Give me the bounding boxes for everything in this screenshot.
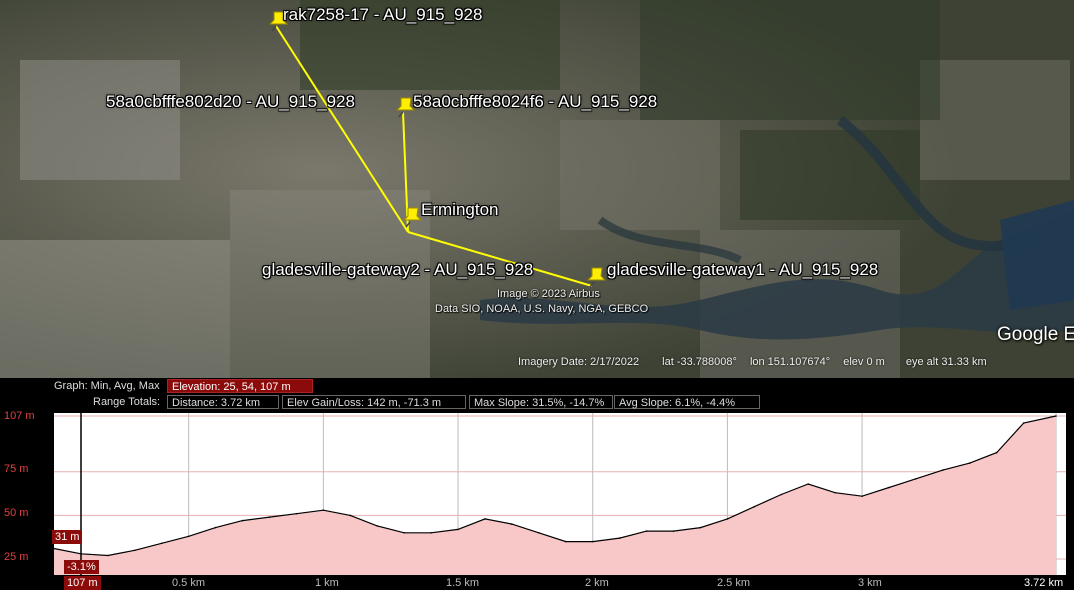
elevation-point	[834, 491, 836, 494]
y-tick-label: 50 m	[4, 507, 29, 519]
elevation-point	[322, 509, 325, 511]
elevation-point	[403, 532, 406, 534]
data-credit: Data SIO, NOAA, U.S. Navy, NGA, GEBCO	[435, 303, 649, 315]
elevation-point	[349, 514, 352, 517]
elevation-point	[699, 526, 702, 529]
elevation-point	[995, 451, 998, 454]
elevation-point	[376, 525, 379, 527]
elevation-point	[484, 518, 486, 520]
cursor-elevation-flag: 31 m	[52, 530, 83, 544]
x-tick-label: 1.5 km	[446, 577, 480, 589]
pin-label-58a0-8024f6[interactable]: 58a0cbfffe8024f6 - AU_915_928	[413, 92, 657, 112]
y-tick-label: 25 m	[4, 551, 29, 563]
elevation-point	[969, 462, 971, 464]
elevation-point	[1055, 415, 1057, 417]
elevation-point	[457, 528, 459, 531]
elevation-point	[160, 542, 163, 545]
elevation-point	[511, 523, 513, 525]
elevation-point	[214, 526, 217, 529]
elevation-point	[888, 486, 890, 489]
cursor-max-flag: 107 m	[64, 576, 101, 590]
pin-label-58a0-802d20[interactable]: 58a0cbfffe802d20 - AU_915_928	[106, 92, 355, 112]
elevation-point	[53, 547, 55, 550]
pin-label-gladesville-gateway1[interactable]: gladesville-gateway1 - AU_915_928	[607, 260, 878, 280]
elevation-point	[780, 493, 783, 496]
elevation-point	[618, 537, 621, 539]
pin-label-gladesville-gateway2[interactable]: gladesville-gateway2 - AU_915_928	[262, 260, 533, 280]
elevation-point	[565, 540, 567, 543]
elevation-point	[915, 478, 917, 480]
elevation-point	[753, 505, 756, 508]
elevation-point	[861, 495, 863, 497]
elevation-point	[672, 530, 675, 532]
elevation-point	[1022, 422, 1025, 424]
longitude-readout: lon 151.107674°	[749, 356, 831, 368]
status-bar: Imagery Date: 2/17/2022 lat -33.788008° …	[518, 356, 993, 368]
imagery-date: Imagery Date: 2/17/2022	[518, 356, 640, 368]
pin-label-ermington[interactable]: Ermington	[421, 200, 498, 220]
latitude-readout: lat -33.788008°	[662, 356, 737, 368]
elevation-point	[295, 512, 298, 515]
cursor-slope-flag: -3.1%	[64, 560, 99, 574]
elevation-point	[942, 469, 944, 471]
x-tick-label: 2.5 km	[717, 577, 751, 589]
elevation-point	[107, 554, 109, 557]
elevation-point	[430, 532, 432, 534]
eye-altitude-readout: eye alt 31.33 km	[905, 356, 987, 368]
elevation-point	[726, 518, 729, 520]
x-tick-label: 3 km	[858, 577, 882, 589]
elevation-chart[interactable]	[0, 378, 1074, 590]
pin-label-rak7258[interactable]: rak7258-17 - AU_915_928	[283, 5, 482, 25]
elevation-point	[134, 549, 136, 552]
imagery-credit: Image © 2023 Airbus	[497, 288, 600, 300]
y-tick-label: 75 m	[4, 463, 29, 475]
satellite-map[interactable]: rak7258-17 - AU_915_928 58a0cbfffe802d20…	[0, 0, 1074, 378]
elevation-point	[187, 535, 190, 538]
elevation-point	[241, 519, 244, 522]
elevation-point	[645, 530, 648, 532]
elevation-point	[268, 516, 271, 518]
elevation-point	[538, 532, 540, 534]
x-tick-label: 0.5 km	[172, 577, 206, 589]
elevation-point	[591, 540, 594, 543]
x-tick-label: 2 km	[585, 577, 609, 589]
map-imagery	[0, 0, 1074, 378]
y-tick-label: 107 m	[4, 410, 35, 422]
x-tick-label: 3.72 km	[1024, 577, 1064, 589]
x-tick-label: 1 km	[315, 577, 339, 589]
elevation-readout: elev 0 m	[843, 356, 885, 368]
google-earth-logo: Google E	[997, 324, 1074, 345]
elevation-point	[807, 483, 809, 485]
